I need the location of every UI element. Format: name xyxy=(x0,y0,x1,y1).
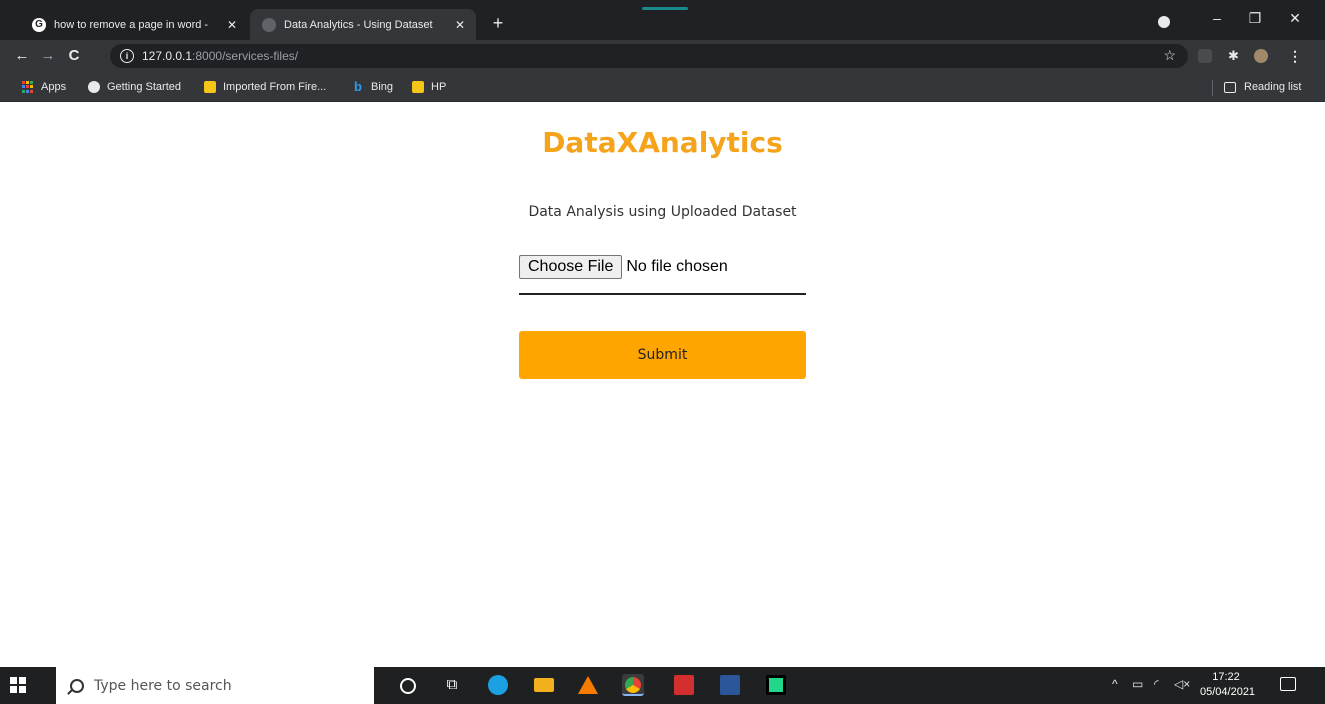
folder-icon xyxy=(412,81,424,93)
submit-button[interactable]: Submit xyxy=(519,331,806,379)
tab-title: Data Analytics - Using Dataset xyxy=(284,18,433,31)
bookmark-star-icon[interactable]: ☆ xyxy=(1163,47,1176,64)
file-explorer-icon[interactable] xyxy=(534,678,554,692)
bookmark-apps[interactable]: Apps xyxy=(22,78,66,96)
page-subtitle: Data Analysis using Uploaded Dataset xyxy=(528,204,797,220)
chrome-menu-icon[interactable]: ⋮ xyxy=(1288,49,1302,63)
tab-title: how to remove a page in word - xyxy=(54,18,209,31)
tab-google-search[interactable]: G how to remove a page in word - ✕ xyxy=(20,9,248,40)
bookmark-label: Imported From Fire... xyxy=(223,81,327,93)
globe-icon xyxy=(262,17,276,32)
bookmark-label: Apps xyxy=(41,81,67,93)
url-path: :8000/services-files/ xyxy=(192,49,299,63)
edge-icon[interactable] xyxy=(488,675,508,695)
search-placeholder: Type here to search xyxy=(94,677,232,694)
tab-search-icon[interactable] xyxy=(1158,16,1170,28)
apps-grid-icon xyxy=(22,81,34,93)
browser-toolbar: ← → C i 127.0.0.1:8000/services-files/ ☆… xyxy=(0,40,1325,72)
windows-start-icon[interactable] xyxy=(10,677,26,693)
bookmark-getting-started[interactable]: Getting Started xyxy=(88,78,181,96)
extension-icon[interactable] xyxy=(1198,49,1212,63)
bookmark-hp[interactable]: HP xyxy=(412,78,446,96)
reading-list-icon xyxy=(1224,81,1236,93)
window-drag-indicator xyxy=(642,7,688,10)
reload-icon[interactable]: C xyxy=(64,46,84,66)
bookmark-bing[interactable]: b Bing xyxy=(352,78,393,96)
chrome-taskbar-button[interactable] xyxy=(622,674,644,696)
brand-title: DataXAnalytics xyxy=(542,126,783,159)
tab-close-icon[interactable]: ✕ xyxy=(452,18,468,32)
folder-icon xyxy=(204,81,216,93)
page-content: DataXAnalytics Data Analysis using Uploa… xyxy=(0,103,1325,667)
firefox-icon xyxy=(88,81,100,93)
extensions-puzzle-icon[interactable]: ✱ xyxy=(1228,49,1242,63)
cortana-icon[interactable] xyxy=(400,678,416,694)
google-icon: G xyxy=(32,17,46,32)
bookmarks-divider xyxy=(1212,80,1213,96)
avatar[interactable] xyxy=(1254,49,1268,63)
task-view-icon[interactable]: ⧉ xyxy=(442,675,462,695)
chevron-up-icon[interactable]: ^ xyxy=(1112,677,1118,691)
bookmark-label: Getting Started xyxy=(107,81,181,93)
notifications-icon[interactable] xyxy=(1280,677,1296,691)
close-window-button[interactable]: ✕ xyxy=(1280,10,1310,27)
wifi-icon[interactable]: ◜ xyxy=(1154,677,1159,691)
file-status-text: No file chosen xyxy=(626,258,728,275)
forward-arrow-icon[interactable]: → xyxy=(38,46,58,66)
bing-icon: b xyxy=(354,79,362,94)
word-icon[interactable] xyxy=(720,675,740,695)
tab-close-icon[interactable]: ✕ xyxy=(224,18,240,32)
choose-file-button[interactable]: Choose File xyxy=(519,255,623,279)
vlc-icon[interactable] xyxy=(578,676,598,694)
bookmark-label: HP xyxy=(431,81,447,93)
volume-muted-icon[interactable]: ◁× xyxy=(1174,677,1190,691)
bookmark-imported-folder[interactable]: Imported From Fire... xyxy=(204,78,326,96)
bookmarks-bar: Apps Getting Started Imported From Fire.… xyxy=(0,72,1325,102)
bookmark-label: Bing xyxy=(371,81,394,93)
tab-data-analytics[interactable]: Data Analytics - Using Dataset ✕ xyxy=(250,9,476,40)
clock-time: 17:22 xyxy=(1212,671,1240,683)
windows-taskbar: Type here to search ⧉ ^ ▭ ◜ ◁× 17:22 05/… xyxy=(0,667,1325,704)
file-upload-field: Choose File No file chosen xyxy=(519,255,806,295)
chrome-icon xyxy=(625,677,641,693)
clock-date: 05/04/2021 xyxy=(1200,686,1256,698)
reading-list-button[interactable]: Reading list xyxy=(1224,78,1301,96)
address-bar[interactable]: i 127.0.0.1:8000/services-files/ ☆ xyxy=(110,44,1188,68)
restore-button[interactable]: ❐ xyxy=(1240,10,1270,27)
pycharm-icon[interactable] xyxy=(766,675,786,695)
acrobat-icon[interactable] xyxy=(674,675,694,695)
browser-tab-strip: G how to remove a page in word - ✕ Data … xyxy=(0,0,1325,40)
site-info-icon[interactable]: i xyxy=(120,49,134,63)
taskbar-search-input[interactable]: Type here to search xyxy=(56,667,374,704)
url-host: 127.0.0.1 xyxy=(142,49,193,63)
battery-icon[interactable]: ▭ xyxy=(1132,677,1143,691)
new-tab-button[interactable]: + xyxy=(486,12,510,36)
search-icon xyxy=(70,678,84,693)
system-clock[interactable]: 17:22 05/04/2021 xyxy=(1200,670,1256,700)
back-arrow-icon[interactable]: ← xyxy=(12,46,32,66)
reading-list-label: Reading list xyxy=(1244,81,1302,93)
minimize-button[interactable]: – xyxy=(1202,10,1232,26)
